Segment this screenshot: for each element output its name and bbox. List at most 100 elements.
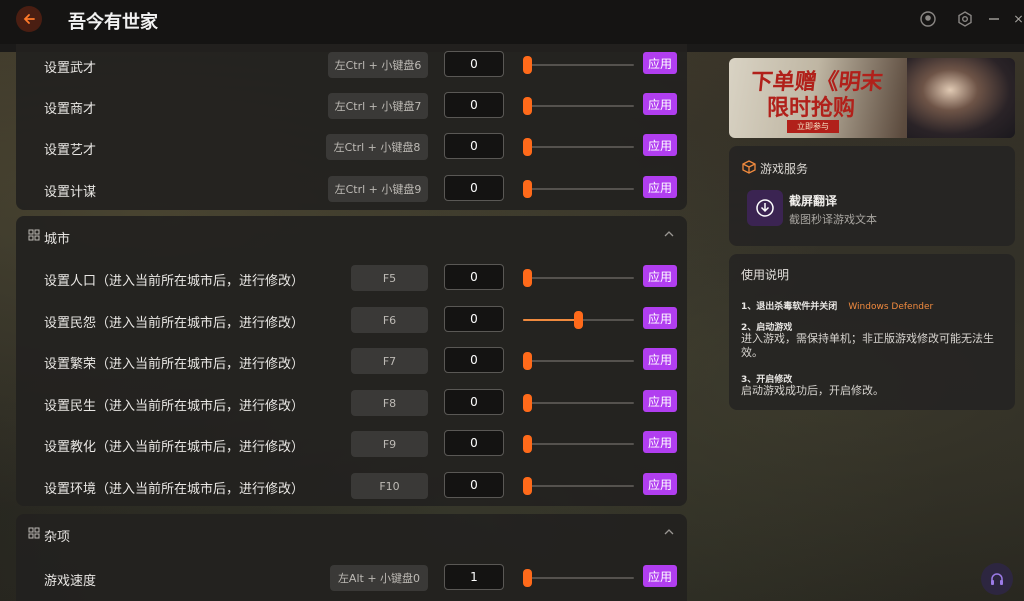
apply-button[interactable]: 应用 [643, 431, 677, 453]
apply-button[interactable]: 应用 [643, 390, 677, 412]
hotkey-badge: 左Ctrl + 小键盘8 [326, 134, 428, 160]
download-circle-icon [756, 199, 774, 217]
setting-row: 设置民怨（进入当前所在城市后，进行修改） F6 0 应用 [16, 306, 687, 336]
section-title: 城市 [44, 232, 71, 247]
setting-row: 游戏速度 左Alt + 小键盘0 1 应用 [16, 564, 687, 594]
value-slider[interactable] [523, 311, 634, 329]
grid-icon [28, 229, 40, 241]
value-input[interactable]: 0 [444, 92, 504, 118]
apply-button[interactable]: 应用 [643, 265, 677, 287]
settings-icon [958, 11, 972, 27]
banner-subheadline: 限时抢购 [767, 95, 856, 121]
value-input[interactable]: 0 [444, 175, 504, 201]
setting-row: 设置繁荣（进入当前所在城市后，进行修改） F7 0 应用 [16, 347, 687, 377]
settings-button[interactable] [956, 10, 974, 28]
slider-thumb[interactable] [523, 435, 532, 453]
hotkey-badge: F10 [351, 473, 428, 499]
value-slider[interactable] [523, 569, 634, 587]
apply-button[interactable]: 应用 [643, 52, 677, 74]
user-button[interactable] [919, 10, 937, 28]
slider-thumb[interactable] [523, 180, 532, 198]
screen-translate-tile[interactable] [747, 190, 783, 226]
value-input[interactable]: 0 [444, 389, 504, 415]
help-step-1: 1、退出杀毒软件并关闭 Windows Defender [741, 294, 933, 313]
slider-thumb[interactable] [523, 97, 532, 115]
hotkey-badge: F9 [351, 431, 428, 457]
hotkey-badge: F8 [351, 390, 428, 416]
banner-character-image [907, 58, 1015, 138]
apply-button[interactable]: 应用 [643, 473, 677, 495]
value-slider[interactable] [523, 352, 634, 370]
value-input[interactable]: 1 [444, 564, 504, 590]
apply-button[interactable]: 应用 [643, 348, 677, 370]
chevron-up-icon[interactable] [663, 228, 675, 240]
slider-thumb[interactable] [523, 138, 532, 156]
close-button[interactable] [1013, 10, 1024, 28]
slider-thumb[interactable] [523, 569, 532, 587]
value-input[interactable]: 0 [444, 430, 504, 456]
help-title: 使用说明 [741, 268, 790, 282]
hotkey-badge: F5 [351, 265, 428, 291]
apply-button[interactable]: 应用 [643, 93, 677, 115]
section-header[interactable]: 杂项 [16, 514, 687, 554]
value-slider[interactable] [523, 269, 634, 287]
value-slider[interactable] [523, 97, 634, 115]
windows-defender-link: Windows Defender [848, 302, 934, 312]
help-step-1-title: 1、退出杀毒软件并关闭 [741, 302, 838, 312]
banner-cta-button[interactable]: 立即参与 [787, 120, 839, 133]
setting-label: 设置人口（进入当前所在城市后，进行修改） [44, 274, 305, 289]
apply-button[interactable]: 应用 [643, 565, 677, 587]
value-slider[interactable] [523, 435, 634, 453]
value-slider[interactable] [523, 56, 634, 74]
apply-button[interactable]: 应用 [643, 176, 677, 198]
slider-thumb[interactable] [523, 477, 532, 495]
slider-thumb[interactable] [574, 311, 583, 329]
user-icon [920, 11, 936, 27]
setting-label: 设置繁荣（进入当前所在城市后，进行修改） [44, 357, 305, 372]
setting-row: 设置商才 左Ctrl + 小键盘7 0 应用 [16, 92, 687, 122]
value-input[interactable]: 0 [444, 133, 504, 159]
value-input[interactable]: 0 [444, 51, 504, 77]
slider-fill [523, 319, 579, 321]
setting-row: 设置艺才 左Ctrl + 小键盘8 0 应用 [16, 133, 687, 163]
hotkey-badge: 左Ctrl + 小键盘9 [328, 176, 428, 202]
slider-thumb[interactable] [523, 269, 532, 287]
setting-row: 设置环境（进入当前所在城市后，进行修改） F10 0 应用 [16, 472, 687, 502]
value-input[interactable]: 0 [444, 306, 504, 332]
slider-thumb[interactable] [523, 56, 532, 74]
grid-icon [28, 527, 40, 539]
value-slider[interactable] [523, 180, 634, 198]
section-header[interactable]: 城市 [16, 216, 687, 256]
slider-thumb[interactable] [523, 394, 532, 412]
value-slider[interactable] [523, 138, 634, 156]
value-input[interactable]: 0 [444, 472, 504, 498]
game-service-card: 游戏服务 截屏翻译 截图秒译游戏文本 [729, 146, 1015, 246]
value-slider[interactable] [523, 477, 634, 495]
help-card: 使用说明 1、退出杀毒软件并关闭 Windows Defender 2、启动游戏… [729, 254, 1015, 410]
chevron-up-icon[interactable] [663, 526, 675, 538]
value-input[interactable]: 0 [444, 264, 504, 290]
section-title: 杂项 [44, 530, 71, 545]
value-slider[interactable] [523, 394, 634, 412]
setting-label: 设置民生（进入当前所在城市后，进行修改） [44, 399, 305, 414]
support-button[interactable] [981, 563, 1013, 595]
back-button[interactable] [16, 6, 42, 32]
hotkey-badge: 左Ctrl + 小键盘7 [328, 93, 428, 119]
close-icon [1014, 15, 1023, 23]
apply-button[interactable]: 应用 [643, 134, 677, 156]
slider-thumb[interactable] [523, 352, 532, 370]
hotkey-badge: F7 [351, 348, 428, 374]
promo-banner[interactable]: 下单赠《明末 限时抢购 立即参与 [729, 58, 1015, 138]
screen-translate-title[interactable]: 截屏翻译 [789, 192, 837, 209]
apply-button[interactable]: 应用 [643, 307, 677, 329]
help-step-2-body: 进入游戏，需保持单机；非正版游戏修改可能无法生效。 [741, 332, 994, 359]
minimize-icon [989, 18, 999, 20]
setting-label: 设置艺才 [44, 143, 97, 158]
value-input[interactable]: 0 [444, 347, 504, 373]
title-bar: 吾今有世家 [0, 0, 1024, 44]
setting-row: 设置武才 左Ctrl + 小键盘6 0 应用 [16, 51, 687, 81]
headset-icon [991, 573, 1003, 585]
minimize-button[interactable] [985, 10, 1003, 28]
back-arrow-icon [23, 14, 35, 24]
setting-label: 设置民怨（进入当前所在城市后，进行修改） [44, 316, 305, 331]
